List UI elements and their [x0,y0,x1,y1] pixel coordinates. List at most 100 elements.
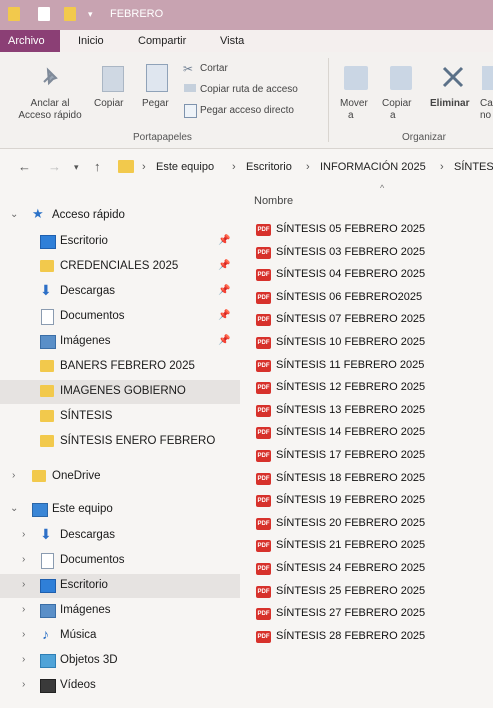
copiar-button[interactable]: Copiar [94,98,123,110]
pegar-button[interactable]: Pegar [142,98,169,110]
paste-shortcut-icon[interactable] [184,104,197,118]
chevron-down-icon[interactable]: ⌄ [10,209,18,220]
tab-compartir[interactable]: Compartir [138,35,186,47]
nav-pc-musica[interactable]: › ♪ Música [0,624,240,648]
copiar-a-label-2[interactable]: a [390,110,396,122]
properties-icon[interactable] [38,7,50,21]
pin-icon[interactable]: 📌 [218,235,230,246]
recent-dropdown-icon[interactable]: ▾ [74,162,79,173]
pin-icon[interactable]: 📌 [218,285,230,296]
tab-inicio[interactable]: Inicio [78,35,104,47]
crumb-separator[interactable]: › [142,161,146,173]
mover-label-2[interactable]: a [348,110,354,122]
cambiar-label-1[interactable]: Ca [480,98,493,110]
chevron-right-icon[interactable]: › [22,629,25,640]
pegar-acceso-button[interactable]: Pegar acceso directo [200,105,294,117]
file-row[interactable]: PDF SÍNTESIS 12 FEBRERO 2025 [252,378,482,398]
file-row[interactable]: PDF SÍNTESIS 27 FEBRERO 2025 [252,604,482,624]
file-row[interactable]: PDF SÍNTESIS 05 FEBRERO 2025 [252,220,482,240]
pin-icon[interactable]: 📌 [218,260,230,271]
file-row[interactable]: PDF SÍNTESIS 28 FEBRERO 2025 [252,627,482,647]
file-row[interactable]: PDF SÍNTESIS 17 FEBRERO 2025 [252,446,482,466]
file-row[interactable]: PDF SÍNTESIS 24 FEBRERO 2025 [252,559,482,579]
quick-toolbar-dropdown-icon[interactable]: ▾ [88,9,93,20]
chevron-right-icon[interactable]: › [22,554,25,565]
paste-icon[interactable] [146,64,168,92]
eliminar-button[interactable]: Eliminar [430,98,469,110]
forward-icon[interactable]: → [48,159,61,174]
nav-item-baners[interactable]: BANERS FEBRERO 2025 [0,355,240,379]
file-row[interactable]: PDF SÍNTESIS 18 FEBRERO 2025 [252,469,482,489]
mover-label-1[interactable]: Mover [340,98,368,110]
nav-item-sintesis-enero-febrero[interactable]: SÍNTESIS ENERO FEBRERO [0,430,240,454]
pin-icon[interactable]: 📌 [218,335,230,346]
file-row[interactable]: PDF SÍNTESIS 11 FEBRERO 2025 [252,356,482,376]
folder-icon [40,360,54,372]
file-row[interactable]: PDF SÍNTESIS 07 FEBRERO 2025 [252,310,482,330]
chevron-down-icon[interactable]: ⌄ [10,503,18,514]
copy-icon[interactable] [102,66,124,92]
nav-item-imagenes[interactable]: Imágenes 📌 [0,330,240,354]
copiar-ruta-button[interactable]: Copiar ruta de acceso [200,84,298,96]
breadcrumb-sintesis[interactable]: SÍNTES [454,161,493,173]
computer-icon [32,503,48,517]
new-folder-icon[interactable] [64,7,76,21]
copiar-a-label-1[interactable]: Copiar [382,98,411,110]
back-icon[interactable]: ← [18,159,31,174]
breadcrumb-escritorio[interactable]: Escritorio [246,161,292,173]
file-row[interactable]: PDF SÍNTESIS 03 FEBRERO 2025 [252,243,482,263]
chevron-right-icon[interactable]: › [22,604,25,615]
nav-pc-imagenes[interactable]: › Imágenes [0,599,240,623]
rename-icon[interactable] [482,66,493,90]
chevron-right-icon[interactable]: › [22,679,25,690]
nav-pc-descargas[interactable]: › ⬇ Descargas [0,524,240,548]
up-icon[interactable]: ↑ [94,159,101,174]
crumb-separator[interactable]: › [440,161,444,173]
nav-item-escritorio[interactable]: Escritorio 📌 [0,230,240,254]
cortar-button[interactable]: Cortar [200,63,228,75]
pin-icon[interactable] [38,66,60,88]
nav-item-documentos[interactable]: Documentos 📌 [0,305,240,329]
anclar-label-2[interactable]: Acceso rápido [10,110,90,122]
column-header-nombre[interactable]: Nombre [254,195,293,207]
crumb-separator[interactable]: › [306,161,310,173]
breadcrumb-este-equipo[interactable]: Este equipo [156,161,214,173]
nav-item-credenciales[interactable]: CREDENCIALES 2025 📌 [0,255,240,279]
nav-quick-access[interactable]: ⌄ ★ Acceso rápido [0,204,240,228]
file-row[interactable]: PDF SÍNTESIS 20 FEBRERO 2025 [252,514,482,534]
nav-pc-escritorio[interactable]: › Escritorio [0,574,240,598]
anclar-label-1[interactable]: Anclar al [20,98,80,110]
nav-pc-videos[interactable]: › Vídeos [0,674,240,698]
nav-pc-objetos-3d[interactable]: › Objetos 3D [0,649,240,673]
copy-to-icon[interactable] [390,66,412,90]
file-row[interactable]: PDF SÍNTESIS 21 FEBRERO 2025 [252,536,482,556]
crumb-separator[interactable]: › [232,161,236,173]
file-row[interactable]: PDF SÍNTESIS 04 FEBRERO 2025 [252,265,482,285]
nav-item-descargas[interactable]: ⬇ Descargas 📌 [0,280,240,304]
nav-item-sintesis[interactable]: SÍNTESIS [0,405,240,429]
pin-icon[interactable]: 📌 [218,310,230,321]
file-name: SÍNTESIS 19 FEBRERO 2025 [276,494,426,507]
file-row[interactable]: PDF SÍNTESIS 10 FEBRERO 2025 [252,333,482,353]
cambiar-label-2[interactable]: no [480,110,491,122]
nav-pc-documentos[interactable]: › Documentos [0,549,240,573]
file-row[interactable]: PDF SÍNTESIS 25 FEBRERO 2025 [252,582,482,602]
file-row[interactable]: PDF SÍNTESIS 06 FEBRERO2025 [252,288,482,308]
chevron-right-icon[interactable]: › [22,654,25,665]
copy-path-icon[interactable] [184,84,196,92]
chevron-right-icon[interactable]: › [12,470,15,481]
chevron-right-icon[interactable]: › [22,529,25,540]
delete-icon[interactable] [440,64,466,90]
tab-vista[interactable]: Vista [220,35,244,47]
breadcrumb-informacion-2025[interactable]: INFORMACIÓN 2025 [320,161,426,173]
nav-item-imagenes-gobierno[interactable]: IMAGENES GOBIERNO [0,380,240,404]
move-to-icon[interactable] [344,66,368,90]
nav-este-equipo[interactable]: ⌄ Este equipo [0,498,240,522]
tab-archivo[interactable]: Archivo [0,30,60,52]
file-row[interactable]: PDF SÍNTESIS 13 FEBRERO 2025 [252,401,482,421]
file-row[interactable]: PDF SÍNTESIS 14 FEBRERO 2025 [252,423,482,443]
scissors-icon[interactable]: ✂ [183,62,193,76]
file-row[interactable]: PDF SÍNTESIS 19 FEBRERO 2025 [252,491,482,511]
chevron-right-icon[interactable]: › [22,579,25,590]
nav-onedrive[interactable]: › OneDrive [0,465,240,489]
